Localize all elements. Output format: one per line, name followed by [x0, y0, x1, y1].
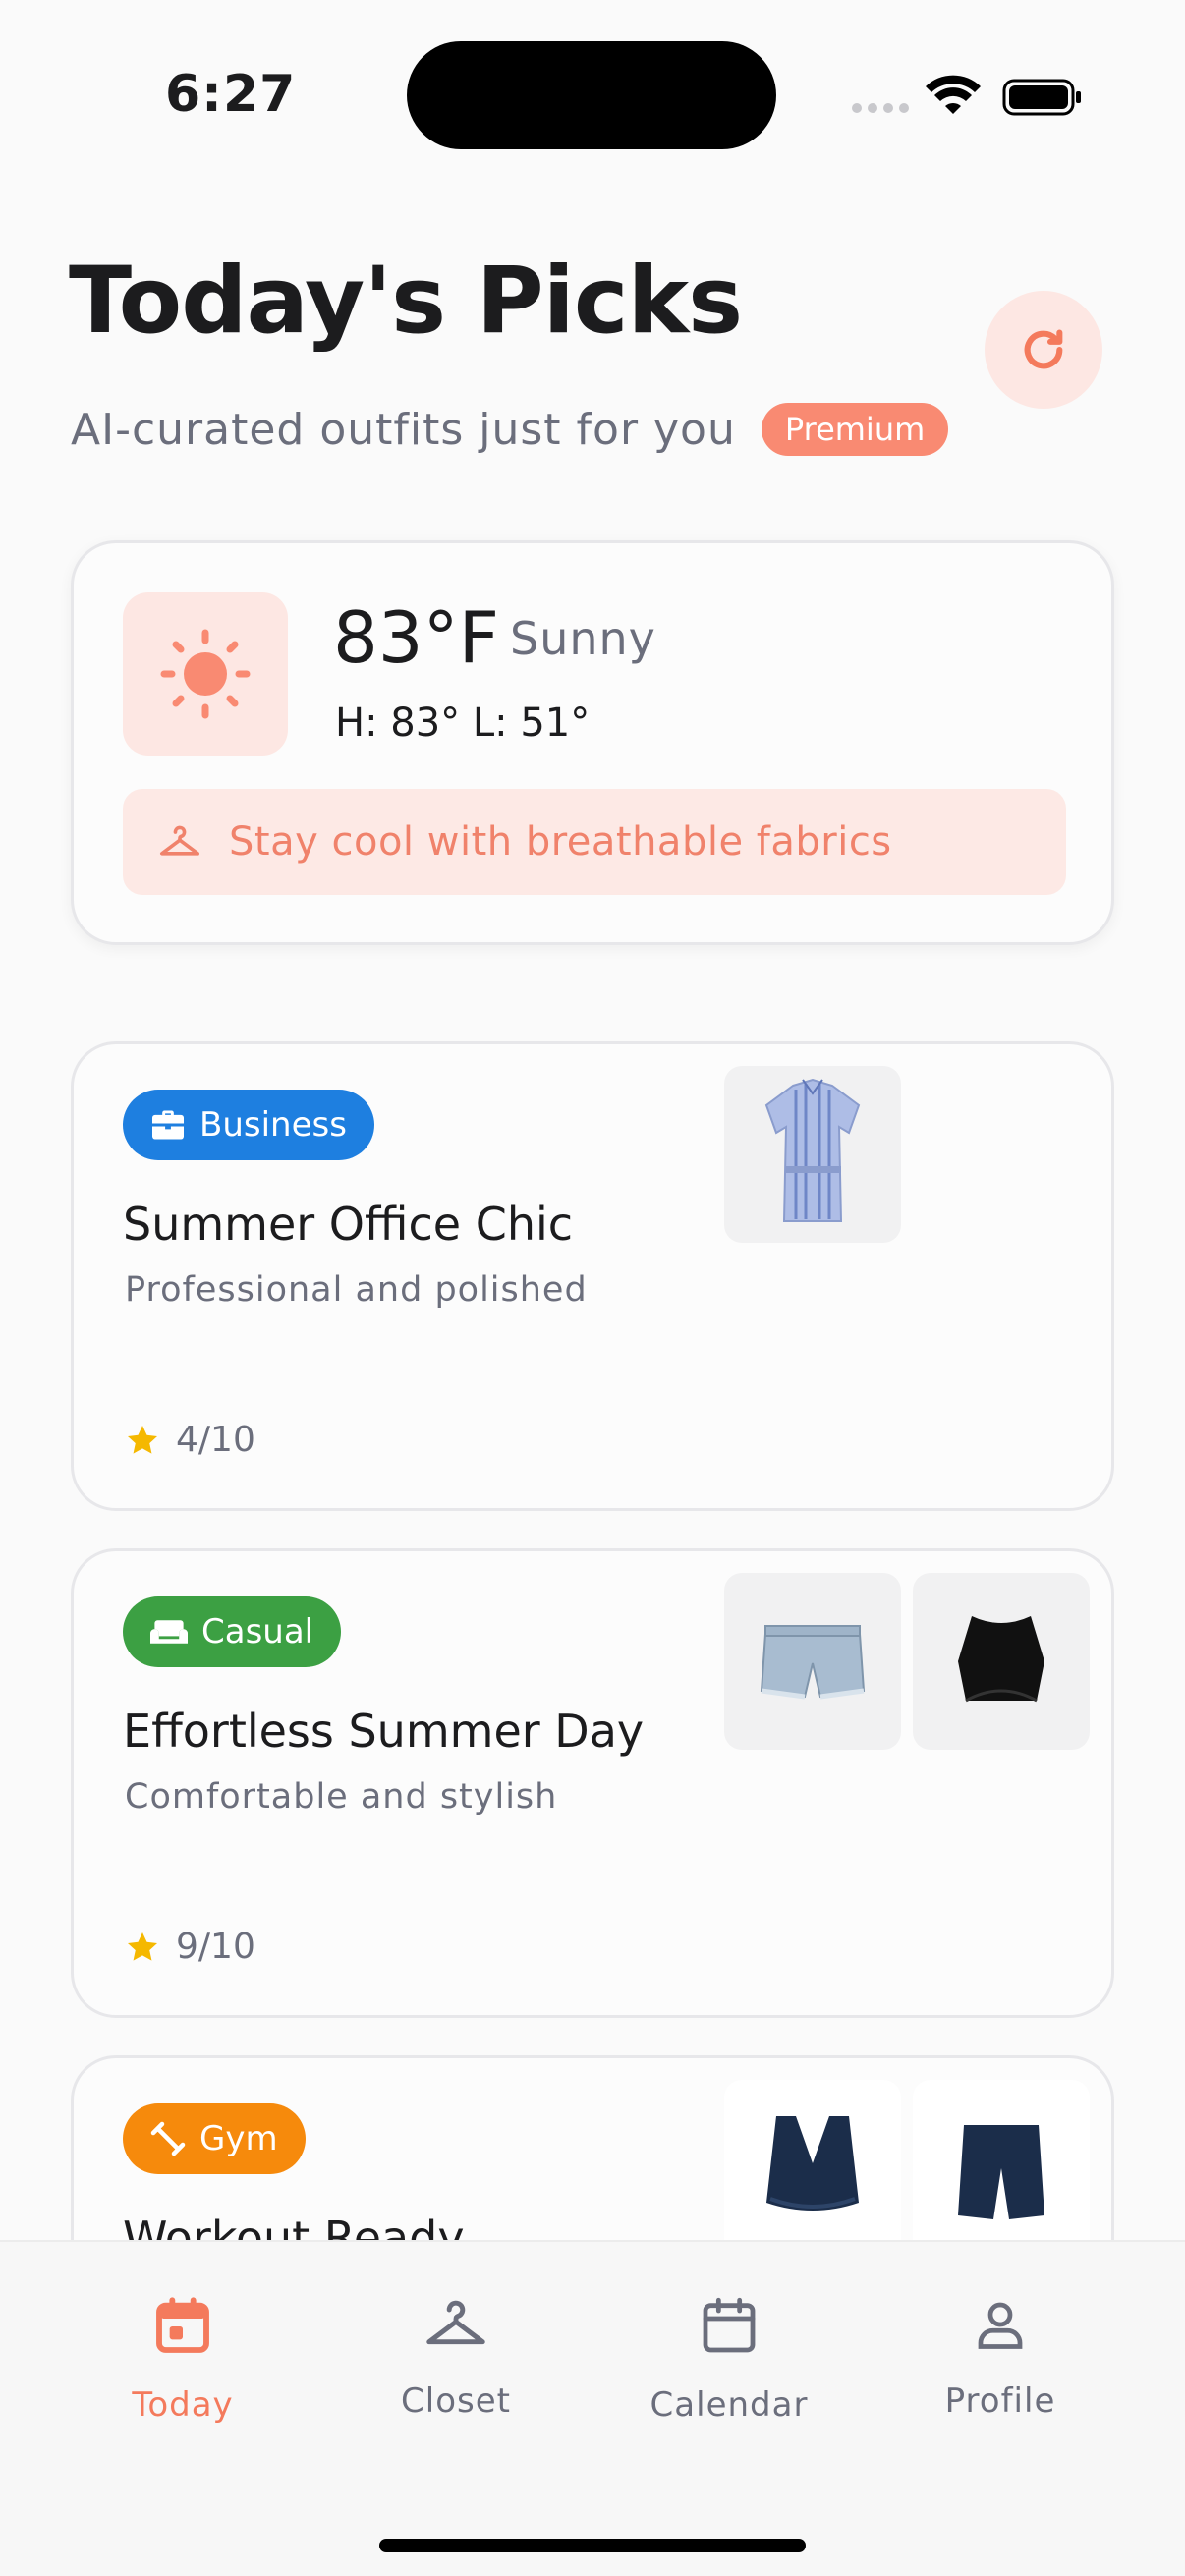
tab-calendar[interactable]: Calendar	[611, 2295, 847, 2425]
home-indicator	[379, 2539, 806, 2552]
page-subtitle: AI-curated outfits just for you	[71, 404, 736, 455]
category-badge: Gym	[123, 2103, 306, 2174]
outfit-description: Comfortable and stylish	[125, 1777, 558, 1817]
tab-profile[interactable]: Profile	[882, 2295, 1118, 2421]
outfit-title: Summer Office Chic	[123, 1198, 574, 1251]
navy-bike-shorts-image	[958, 2125, 1044, 2219]
outfit-item-thumbnail[interactable]	[724, 1066, 901, 1243]
category-label: Casual	[201, 1612, 314, 1652]
star-icon	[128, 1932, 157, 1961]
weather-icon-box	[123, 592, 288, 756]
sofa-icon	[150, 1620, 188, 1644]
wifi-icon	[926, 75, 981, 114]
tab-label: Today	[132, 2385, 234, 2425]
outfit-rating: 9/10	[125, 1927, 255, 1967]
outfit-title: Effortless Summer Day	[123, 1705, 645, 1758]
weather-card: 83°F Sunny H: 83° L: 51° Stay cool with …	[71, 540, 1114, 945]
battery-icon	[1002, 79, 1081, 116]
outfit-item-thumbnail[interactable]	[724, 1573, 901, 1750]
category-label: Gym	[199, 2119, 278, 2158]
tab-label: Profile	[944, 2381, 1056, 2421]
weather-condition: Sunny	[510, 612, 656, 665]
rating-value: 4/10	[176, 1420, 255, 1460]
outfit-card[interactable]: Casual Effortless Summer Day Comfortable…	[71, 1548, 1114, 2018]
outfit-card[interactable]: Business Summer Office Chic Professional…	[71, 1041, 1114, 1511]
navy-sports-bra-image	[766, 2116, 859, 2211]
calendar-icon	[703, 2297, 756, 2353]
briefcase-icon	[152, 1110, 184, 1140]
refresh-button[interactable]	[985, 291, 1102, 409]
page-title: Today's Picks	[69, 248, 743, 355]
star-icon	[128, 1425, 157, 1454]
calendar-today-icon	[156, 2297, 209, 2353]
outfit-item-thumbnail[interactable]	[724, 2080, 901, 2257]
refresh-icon	[1024, 329, 1063, 369]
outfit-description: Professional and polished	[125, 1270, 588, 1310]
cellular-signal-icon	[852, 103, 909, 113]
category-label: Business	[199, 1105, 347, 1145]
denim-shorts-image	[760, 1625, 866, 1700]
tab-label: Calendar	[649, 2385, 809, 2425]
black-crop-top-image	[958, 1616, 1044, 1703]
hanger-icon	[160, 825, 199, 856]
sun-icon	[160, 629, 251, 719]
weather-tip-text: Stay cool with breathable fabrics	[229, 819, 892, 865]
outfit-item-thumbnail[interactable]	[913, 2080, 1090, 2257]
dumbbell-icon	[150, 2121, 186, 2156]
tab-bar: Today Closet Calendar Profile	[0, 2240, 1185, 2576]
category-badge: Business	[123, 1090, 374, 1160]
status-time: 6:27	[165, 65, 297, 124]
person-icon	[978, 2302, 1023, 2349]
outfit-item-thumbnail[interactable]	[913, 1573, 1090, 1750]
category-badge: Casual	[123, 1596, 342, 1667]
hanger-icon	[426, 2300, 485, 2345]
temperature: 83°F	[333, 596, 500, 679]
rating-value: 9/10	[176, 1927, 255, 1967]
tab-today[interactable]: Today	[65, 2295, 301, 2425]
high-low-temps: H: 83° L: 51°	[335, 700, 591, 746]
subtitle-row: AI-curated outfits just for you Premium	[71, 403, 949, 456]
tab-label: Closet	[401, 2381, 511, 2421]
dynamic-island	[407, 41, 776, 149]
outfit-rating: 4/10	[125, 1420, 255, 1460]
status-icons	[847, 75, 1083, 120]
premium-badge: Premium	[761, 403, 949, 456]
striped-shirt-dress-image	[764, 1078, 861, 1222]
weather-tip: Stay cool with breathable fabrics	[123, 789, 1066, 895]
tab-closet[interactable]: Closet	[338, 2295, 574, 2421]
